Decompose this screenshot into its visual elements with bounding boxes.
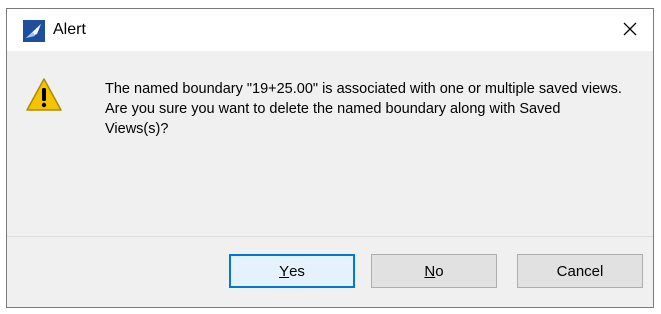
yes-label-rest: es <box>289 262 305 280</box>
no-access-key: N <box>424 262 436 280</box>
cancel-button[interactable]: Cancel <box>517 254 643 288</box>
no-button[interactable]: No <box>371 254 497 288</box>
close-button[interactable] <box>617 18 643 44</box>
close-icon <box>622 21 638 42</box>
warning-icon <box>25 77 63 113</box>
title-bar[interactable]: Alert <box>7 9 653 51</box>
window-title: Alert <box>53 21 86 38</box>
yes-button[interactable]: Yes <box>229 254 355 288</box>
alert-dialog: Alert The named boundary "19+25.00" is a… <box>6 8 654 308</box>
button-bar: Yes No Cancel <box>7 236 653 307</box>
no-label-rest: o <box>435 262 444 280</box>
yes-access-key: Y <box>279 262 290 280</box>
alert-message: The named boundary "19+25.00" is associa… <box>105 81 622 137</box>
app-logo-icon <box>23 20 45 42</box>
